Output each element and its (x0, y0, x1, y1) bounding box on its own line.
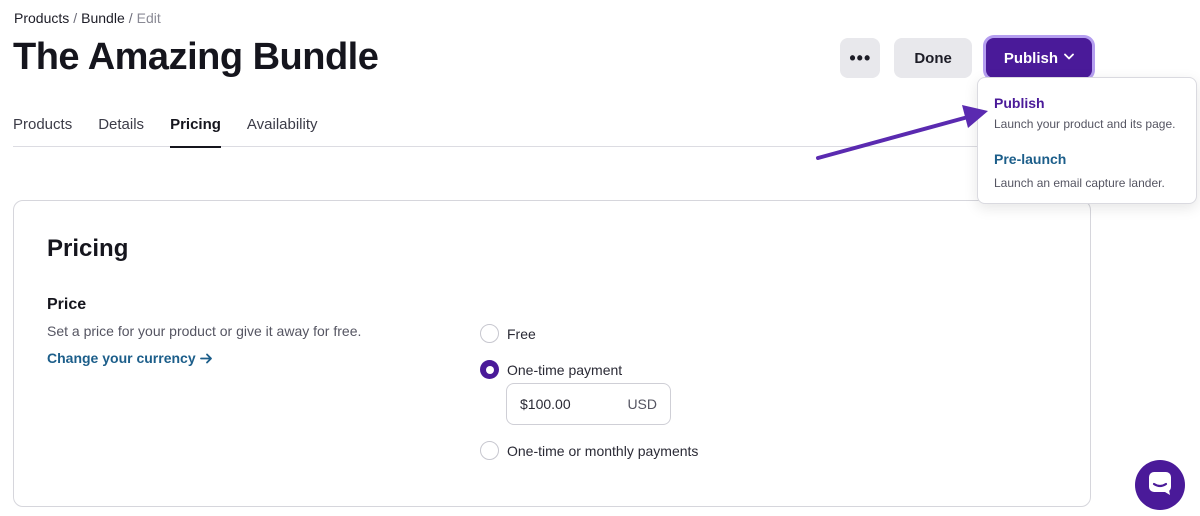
menu-item-prelaunch-description: Launch an email capture lander. (994, 176, 1165, 190)
radio-monthly-label: One-time or monthly payments (507, 442, 699, 459)
breadcrumb-separator: / (128, 10, 133, 26)
breadcrumb-separator: / (73, 10, 78, 26)
publish-dropdown-menu: Publish Launch your product and its page… (977, 77, 1197, 204)
radio-one-time-payment[interactable] (480, 360, 499, 379)
more-options-button[interactable]: ••• (840, 38, 881, 78)
price-option-one-time[interactable]: One-time payment (480, 360, 622, 379)
menu-item-publish[interactable]: Publish Launch your product and its page… (994, 95, 1175, 131)
pricing-title: Pricing (47, 235, 129, 262)
radio-one-time-or-monthly[interactable] (480, 441, 499, 460)
breadcrumb-current: Edit (136, 10, 161, 26)
publish-button[interactable]: Publish (985, 38, 1092, 78)
price-input-value: $100.00 (520, 396, 571, 412)
breadcrumb-products[interactable]: Products (14, 10, 69, 26)
header-actions: ••• Done Publish (840, 38, 1092, 78)
chevron-down-icon (1064, 52, 1074, 63)
menu-item-publish-description: Launch your product and its page. (994, 117, 1176, 131)
chat-launcher-button[interactable] (1135, 460, 1185, 510)
price-description: Set a price for your product or give it … (47, 323, 362, 339)
pricing-card: Pricing Price Set a price for your produ… (13, 200, 1091, 507)
tab-availability[interactable]: Availability (247, 116, 318, 147)
change-currency-label: Change your currency (47, 350, 196, 366)
chat-icon (1147, 470, 1173, 501)
breadcrumb: Products / Bundle / Edit (14, 10, 161, 26)
menu-item-prelaunch-title: Pre-launch (994, 151, 1067, 167)
breadcrumb-bundle[interactable]: Bundle (81, 10, 125, 26)
radio-free-label: Free (507, 325, 536, 342)
currency-suffix: USD (627, 396, 657, 412)
price-input[interactable]: $100.00 USD (506, 383, 671, 425)
done-button-label: Done (914, 49, 952, 67)
arrow-right-icon (199, 350, 213, 366)
menu-item-prelaunch[interactable]: Pre-launch Launch an email capture lande… (994, 151, 1165, 190)
radio-free[interactable] (480, 324, 499, 343)
publish-button-label: Publish (1003, 49, 1058, 67)
tab-products[interactable]: Products (13, 116, 72, 147)
tab-bar: Products Details Pricing Availability (13, 116, 1090, 148)
radio-one-time-label: One-time payment (507, 361, 623, 378)
change-currency-link[interactable]: Change your currency (47, 350, 213, 366)
done-button[interactable]: Done (894, 38, 972, 78)
more-icon: ••• (849, 47, 872, 68)
price-option-monthly[interactable]: One-time or monthly payments (480, 441, 698, 460)
page-title: The Amazing Bundle (13, 36, 379, 78)
tab-details[interactable]: Details (98, 116, 144, 147)
price-label: Price (47, 296, 87, 313)
price-option-free[interactable]: Free (480, 324, 536, 343)
tab-pricing[interactable]: Pricing (170, 116, 221, 148)
menu-item-publish-title: Publish (994, 95, 1045, 111)
